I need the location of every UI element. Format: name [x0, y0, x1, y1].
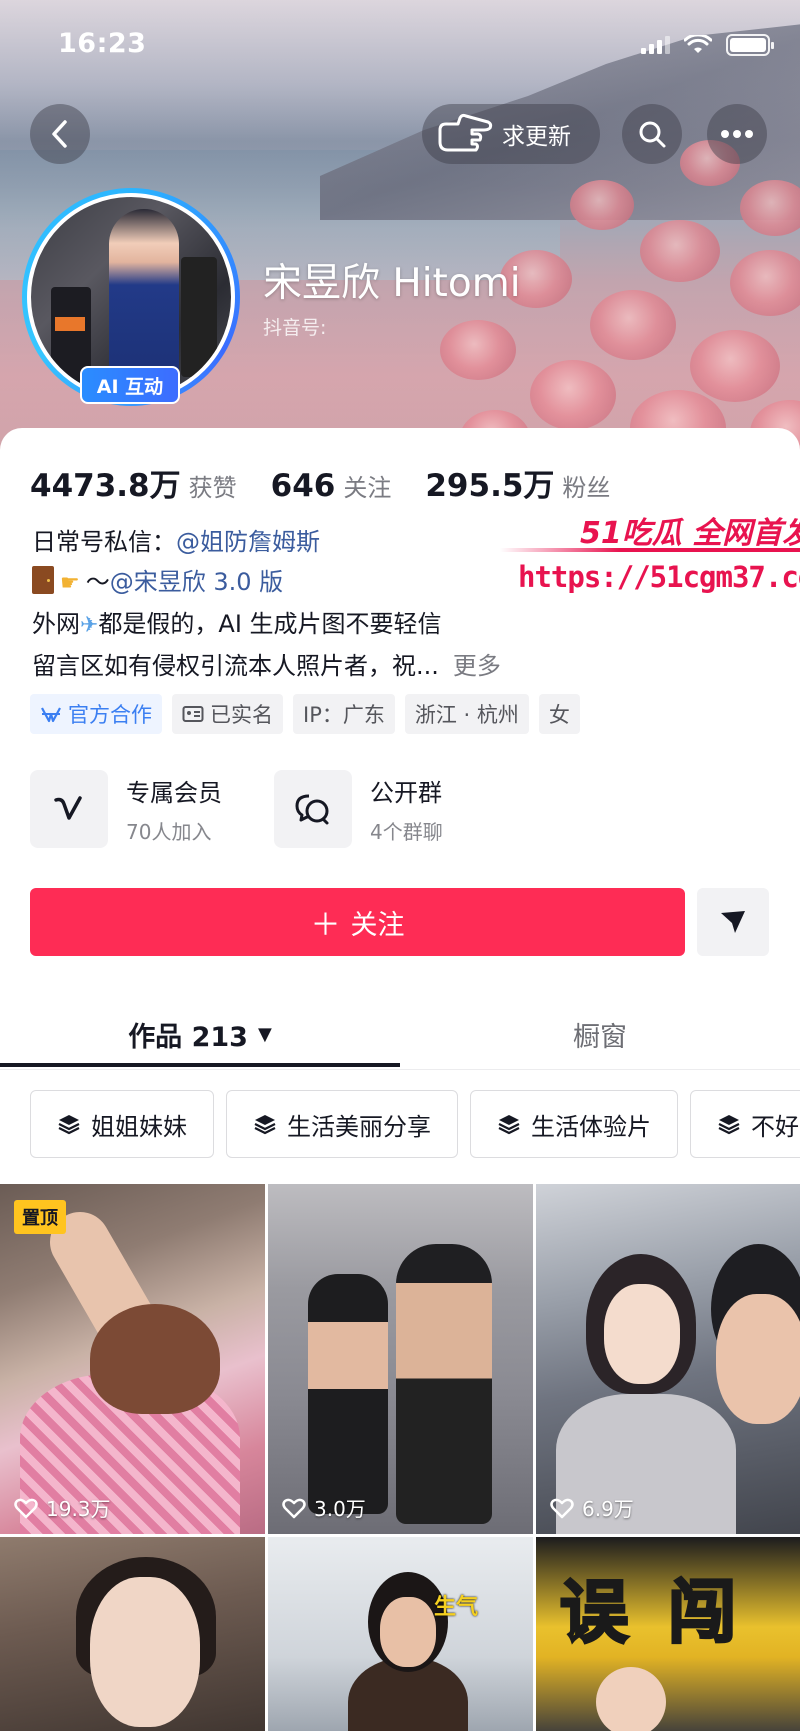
request-update-button[interactable]: 求更新 — [422, 104, 600, 164]
tag-verified: 已实名 — [172, 694, 283, 734]
feature-subtitle: 70人加入 — [126, 820, 212, 844]
video-thumbnail[interactable]: 误闯 — [536, 1537, 800, 1731]
door-emoji-icon — [32, 566, 54, 594]
video-thumbnail[interactable]: 置顶 19.3万 — [0, 1184, 265, 1534]
id-card-icon — [182, 706, 204, 722]
feature-public-group[interactable]: 公开群 4个群聊 — [274, 770, 443, 848]
stat-following[interactable]: 646 关注 — [271, 468, 392, 504]
video-thumbnail[interactable] — [0, 1537, 265, 1731]
content-tabs: 作品 213 ▼ 橱窗 — [0, 998, 800, 1070]
search-icon — [639, 121, 666, 148]
video-overlay-text: 生气 — [434, 1595, 479, 1620]
tag-official-partner[interactable]: 官方合作 — [30, 694, 162, 734]
chevron-left-icon — [52, 120, 67, 148]
video-likes: 19.3万 — [14, 1493, 111, 1522]
tag-ip-location: IP：广东 — [293, 694, 395, 734]
heart-outline-icon — [282, 1498, 306, 1518]
stat-likes: 4473.8万 获赞 — [30, 468, 237, 504]
feature-title: 专属会员 — [126, 779, 222, 807]
tag-gender: 女 — [538, 694, 580, 734]
profile-name: 宋昱欣 Hitomi — [263, 261, 521, 306]
tag-city: 浙江 · 杭州 — [404, 694, 529, 734]
feature-title: 公开群 — [370, 779, 442, 807]
video-thumbnail[interactable]: 生气 — [268, 1537, 533, 1731]
signal-icon — [641, 36, 670, 54]
stat-followers[interactable]: 295.5万 粉丝 — [425, 460, 610, 505]
stack-layers-icon — [718, 1115, 740, 1135]
profile-features: 专属会员 70人加入 公开群 4个群聊 — [30, 770, 443, 848]
collection-chips: 姐姐妹妹 生活美丽分享 生活体验片 不好 — [30, 1090, 800, 1158]
plus-icon: ＋ — [310, 908, 341, 943]
official-partner-icon — [41, 707, 61, 723]
bio-line: 留言区如有侵权引流本人照片者，祝... 更多 — [32, 652, 501, 680]
pointing-hand-icon — [438, 113, 493, 152]
collection-chip[interactable]: 不好 — [690, 1090, 800, 1158]
airplane-emoji-icon: ✈ — [80, 613, 99, 638]
send-arrow-icon — [721, 911, 745, 933]
video-overlay-text: 误闯 — [558, 1573, 777, 1655]
wifi-icon — [684, 35, 712, 53]
bio-mention-link[interactable]: @姐防詹姆斯 — [176, 528, 320, 556]
heart-outline-icon — [14, 1498, 38, 1518]
stack-layers-icon — [254, 1115, 276, 1135]
video-thumbnail[interactable]: 3.0万 — [268, 1184, 533, 1534]
battery-icon — [726, 34, 774, 56]
bio-line: 日常号私信：@姐防詹姆斯 — [32, 528, 320, 556]
video-likes: 3.0万 — [282, 1493, 366, 1522]
watermark-url: https://51cgm37.com — [518, 560, 800, 594]
collection-chip[interactable]: 姐姐妹妹 — [30, 1090, 214, 1158]
profile-bio: 日常号私信：@姐防詹姆斯 ☛ ～@宋昱欣 3.0 版 外网✈都是假的，AI 生成片… — [32, 522, 552, 686]
bio-mention-link[interactable]: @宋昱欣 3.0 版 — [110, 568, 283, 596]
active-tab-indicator — [0, 1063, 400, 1067]
douyin-id: 抖音号: — [263, 317, 327, 339]
collection-chip[interactable]: 生活体验片 — [470, 1090, 678, 1158]
bio-more-link[interactable]: 更多 — [453, 652, 501, 680]
feature-membership[interactable]: 专属会员 70人加入 — [30, 770, 222, 848]
pointing-hand-emoji-icon: ☛ — [60, 571, 80, 596]
heart-outline-icon — [550, 1498, 574, 1518]
back-button[interactable] — [30, 104, 90, 164]
collection-chip[interactable]: 生活美丽分享 — [226, 1090, 458, 1158]
share-button[interactable] — [697, 888, 769, 956]
profile-stats: 4473.8万 获赞 646 关注 295.5万 粉丝 — [30, 460, 644, 505]
status-time: 16:23 — [58, 28, 147, 59]
stack-layers-icon — [498, 1115, 520, 1135]
request-update-label: 求更新 — [502, 124, 571, 150]
profile-tags: 官方合作 已实名 IP：广东 浙江 · 杭州 女 — [30, 694, 580, 734]
search-button[interactable] — [622, 104, 682, 164]
video-thumbnail[interactable]: 6.9万 — [536, 1184, 800, 1534]
tab-works[interactable]: 作品 213 ▼ — [0, 998, 400, 1070]
tab-showcase[interactable]: 橱窗 — [400, 998, 800, 1070]
v-logo-icon — [30, 770, 108, 848]
feature-subtitle: 4个群聊 — [370, 820, 443, 844]
watermark: 51吃瓜 全网首发 https://51cgm37.com — [500, 508, 800, 618]
watermark-title: 51吃瓜 全网首发 — [580, 516, 800, 551]
more-button[interactable] — [707, 104, 767, 164]
bio-line: 外网✈都是假的，AI 生成片图不要轻信 — [32, 604, 552, 646]
ai-interaction-badge[interactable]: AI 互动 — [80, 366, 180, 404]
follow-button[interactable]: ＋ 关注 — [30, 888, 685, 956]
more-dots-icon — [721, 130, 753, 138]
video-likes: 6.9万 — [550, 1493, 634, 1522]
pinned-badge: 置顶 — [14, 1200, 66, 1234]
stack-layers-icon — [58, 1115, 80, 1135]
profile-card: 4473.8万 获赞 646 关注 295.5万 粉丝 日常号私信：@姐防詹姆斯 ☛ ～… — [0, 428, 800, 1731]
chat-bubbles-icon — [274, 770, 352, 848]
status-icons — [641, 34, 774, 56]
follow-label: 关注 — [350, 909, 405, 941]
bio-line: ☛ ～@宋昱欣 3.0 版 — [32, 562, 552, 604]
caret-down-icon: ▼ — [257, 1023, 272, 1045]
